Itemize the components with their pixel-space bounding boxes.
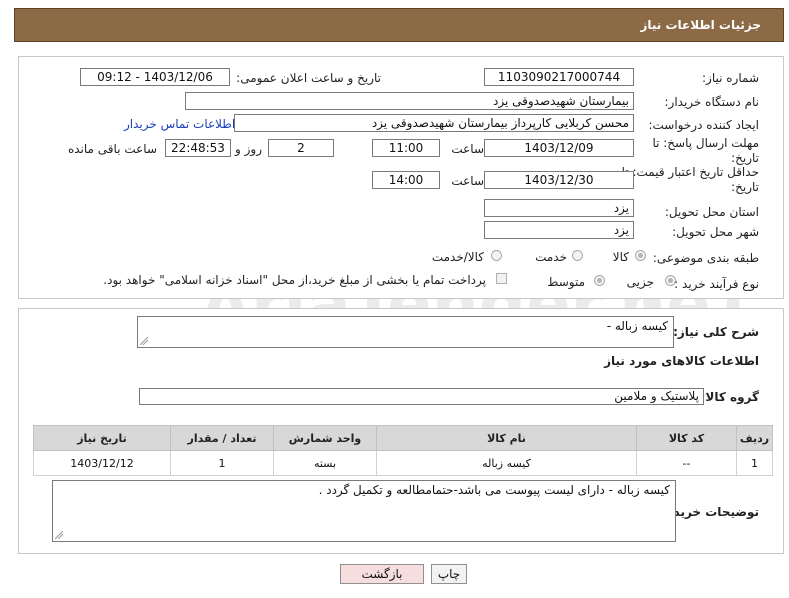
goods-table-header: ردیف کد کالا نام کالا واحد شمارش تعداد /… [33,425,773,451]
purchase-medium-radio[interactable] [594,275,605,286]
category-goods-service-label: کالا/خدمت [431,250,484,264]
general-desc-label: شرح کلی نیاز: [673,325,759,339]
cell-row-number: 1 [736,450,773,476]
col-need-date: تاریخ نیاز [33,425,171,451]
col-goods-name: نام کالا [376,425,637,451]
cell-quantity: 1 [170,450,274,476]
delivery-province-label: استان محل تحویل: [664,205,759,219]
time-remaining-field: 22:48:53 [165,139,231,157]
delivery-city-label: شهر محل تحویل: [672,225,759,239]
delivery-city-field: یزد [484,221,634,239]
purchase-type-label: نوع فرآیند خرید : [674,277,759,291]
treasury-payment-checkbox[interactable] [496,273,507,284]
buyer-notes-field: کیسه زباله - دارای لیست پیوست می باشد-حت… [52,480,676,542]
validity-time-field: 14:00 [372,171,440,189]
goods-table: ردیف کد کالا نام کالا واحد شمارش تعداد /… [33,425,773,476]
purchase-medium-label: متوسط [547,275,585,289]
cell-need-date: 1403/12/12 [33,450,171,476]
need-number-label: شماره نیاز: [702,71,759,85]
days-and-label: روز و [235,142,262,156]
general-desc-field: کیسه زباله - [137,316,674,348]
page-header: جزئیات اطلاعات نیاز [14,8,784,42]
cell-goods-name: کیسه زباله [376,450,637,476]
buyer-org-label: نام دستگاه خریدار: [664,95,760,109]
col-quantity: تعداد / مقدار [170,425,274,451]
requester-field: محسن کربلایی کارپرداز بیمارستان شهیدصدوق… [234,114,634,132]
purchase-minor-label: جزیی [626,275,654,289]
category-service-label: خدمت [535,250,567,264]
buyer-notes-text: کیسه زباله - دارای لیست پیوست می باشد-حت… [318,483,670,497]
reply-deadline-label: مهلت ارسال پاسخ: تا تاریخ: [652,136,759,165]
validity-date-field: 1403/12/30 [484,171,634,189]
announce-datetime-label: تاریخ و ساعت اعلان عمومی: [236,71,381,85]
col-goods-code: کد کالا [636,425,737,451]
price-validity-label: حداقل تاریخ اعتبار قیمت: تا تاریخ: [621,165,759,194]
goods-info-title: اطلاعات کالاهای مورد نیاز [604,354,759,368]
page-title: جزئیات اطلاعات نیاز [640,18,761,32]
delivery-province-field: یزد [484,199,634,217]
reply-date-field: 1403/12/09 [484,139,634,157]
announce-datetime-field: 1403/12/06 - 09:12 [80,68,230,86]
resize-grip-icon[interactable] [55,531,63,539]
validity-time-label: ساعت [451,174,484,188]
col-unit: واحد شمارش [273,425,377,451]
days-remaining-field: 2 [268,139,334,157]
goods-group-field: پلاستیک و ملامین [139,388,704,405]
purchase-minor-radio[interactable] [665,275,676,286]
treasury-payment-note: پرداخت تمام یا بخشی از مبلغ خرید،از محل … [103,273,486,287]
cell-unit: بسته [273,450,377,476]
category-service-radio[interactable] [572,250,583,261]
hours-remaining-label: ساعت باقی مانده [67,142,157,156]
category-goods-service-radio[interactable] [491,250,502,261]
category-goods-radio[interactable] [635,250,646,261]
col-row-number: ردیف [736,425,773,451]
goods-group-label: گروه کالا: [700,390,759,404]
general-desc-text: کیسه زباله - [606,319,668,333]
table-row: 1 -- کیسه زباله بسته 1 1403/12/12 [33,450,773,476]
requester-label: ایجاد کننده درخواست: [648,118,759,132]
category-goods-label: کالا [612,250,629,264]
reply-time-field: 11:00 [372,139,440,157]
buyer-org-field: بیمارستان شهیدصدوقی یزد [185,92,634,110]
category-label: طبقه بندی موضوعی: [652,251,759,265]
need-number-field: 1103090217000744 [484,68,634,86]
resize-grip-icon[interactable] [140,337,148,345]
buyer-contact-link[interactable]: اطلاعات تماس خریدار [124,117,235,131]
back-button[interactable]: بازگشت [340,564,424,584]
cell-goods-code: -- [636,450,737,476]
reply-time-label: ساعت [451,142,484,156]
print-button[interactable]: چاپ [431,564,467,584]
